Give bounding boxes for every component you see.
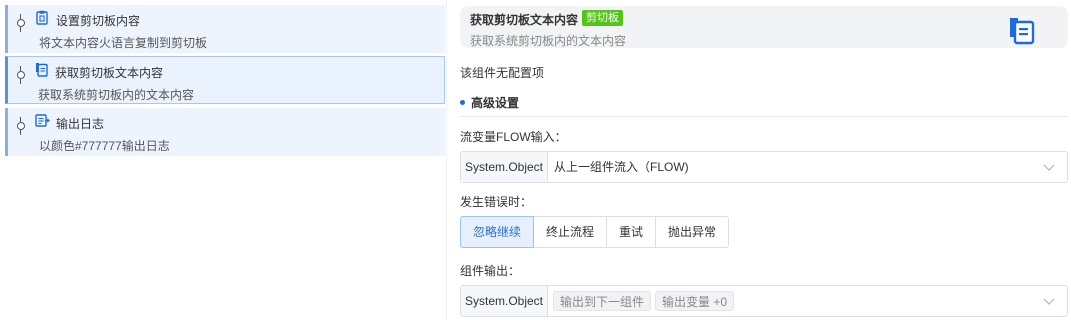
flow-node-get-clipboard[interactable]: 获取剪切板文本内容 获取系统剪切板内的文本内容 [5,56,445,104]
type-prefix: System.Object [461,286,548,316]
flow-node-output-log[interactable]: 输出日志 以颜色#777777输出日志 [5,108,445,156]
node-title: 获取剪切板文本内容 [55,66,164,80]
error-option-retry[interactable]: 重试 [606,216,657,248]
flow-input-label: 流变量FLOW输入： [460,130,567,144]
flow-input-value: 从上一组件流入（FLOW) [554,160,689,174]
error-handling-label: 发生错误时： [460,195,533,209]
error-option-throw[interactable]: 抛出异常 [655,216,730,248]
connector-icon [17,66,25,84]
chevron-down-icon [1043,298,1055,305]
node-title: 输出日志 [56,117,105,131]
node-title: 设置剪切板内容 [56,14,141,28]
connector-icon [17,117,25,135]
log-output-icon [35,114,50,127]
output-select[interactable]: System.Object 输出到下一组件 输出变量 +0 [460,285,1068,317]
flow-panel: 设置剪切板内容 将文本内容火语言复制到剪切板 获取剪切板文本内容 获取系统剪切板… [0,0,447,320]
node-description: 以颜色#777777输出日志 [39,139,170,153]
chevron-down-icon [1043,164,1055,171]
connector-icon [17,14,25,32]
advanced-settings-title: 高级设置 [471,96,520,110]
node-description: 获取系统剪切板内的文本内容 [38,88,195,102]
node-description: 将文本内容火语言复制到剪切板 [39,36,208,50]
category-badge: 剪切板 [582,10,623,26]
component-subtitle: 获取系统剪切板内的文本内容 [470,34,627,48]
output-label: 组件输出： [460,264,521,278]
divider [460,116,1068,117]
clipboard-set-icon [36,10,48,25]
error-option-terminate[interactable]: 终止流程 [533,216,608,248]
advanced-settings-heading: 高级设置 [460,94,519,111]
flow-node-set-clipboard[interactable]: 设置剪切板内容 将文本内容火语言复制到剪切板 [5,5,445,53]
clipboard-icon [1010,18,1035,45]
output-tag[interactable]: 输出变量 +0 [655,291,735,311]
output-tag[interactable]: 输出到下一组件 [553,291,652,311]
no-config-text: 该组件无配置项 [460,66,545,80]
component-header: 获取剪切板文本内容 剪切板 获取系统剪切板内的文本内容 [460,6,1068,48]
bullet-icon [460,100,465,106]
component-title: 获取剪切板文本内容 [470,13,579,27]
clipboard-get-icon [36,63,48,77]
type-prefix: System.Object [461,152,548,182]
error-option-ignore-continue[interactable]: 忽略继续 [460,216,535,248]
output-tags: 输出到下一组件 输出变量 +0 [553,291,738,311]
flow-input-select[interactable]: System.Object 从上一组件流入（FLOW) [460,151,1068,183]
error-handling-group: 忽略继续 终止流程 重试 抛出异常 [460,216,730,248]
